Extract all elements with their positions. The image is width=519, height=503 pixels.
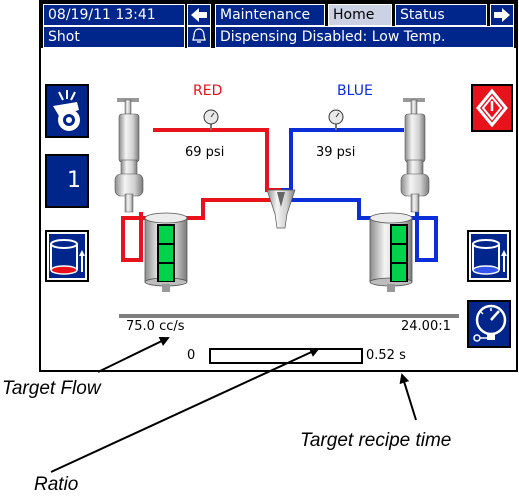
flow-rate-value: 75.0 cc/s	[126, 319, 185, 334]
ratio-value: 24.00:1	[401, 319, 451, 334]
red-pressure-gauge	[203, 109, 219, 130]
ratio-annotation: Ratio	[34, 474, 79, 495]
shot-time-bar	[209, 348, 363, 364]
red-side-label: RED	[193, 83, 223, 99]
target-flow-annotation: Target Flow	[2, 378, 101, 399]
blue-side-label: BLUE	[337, 83, 373, 99]
display-screen: 08/19/11 13:41 Maintenance Home Status S…	[39, 0, 518, 372]
divider-bar	[119, 314, 459, 318]
red-pressure-value: 69 psi	[185, 145, 225, 160]
target-recipe-time-annotation: Target recipe time	[300, 430, 452, 451]
time-start-value: 0	[187, 348, 196, 363]
blue-tank	[369, 212, 413, 292]
blue-pump	[400, 98, 430, 213]
red-pump	[114, 98, 144, 213]
mix-valve	[266, 189, 296, 229]
recipe-time-value: 0.52 s	[366, 348, 406, 363]
blue-pressure-value: 39 psi	[316, 145, 356, 160]
red-tank	[144, 212, 188, 292]
recipe-time-arrow	[399, 373, 417, 421]
blue-pressure-gauge	[328, 109, 344, 130]
